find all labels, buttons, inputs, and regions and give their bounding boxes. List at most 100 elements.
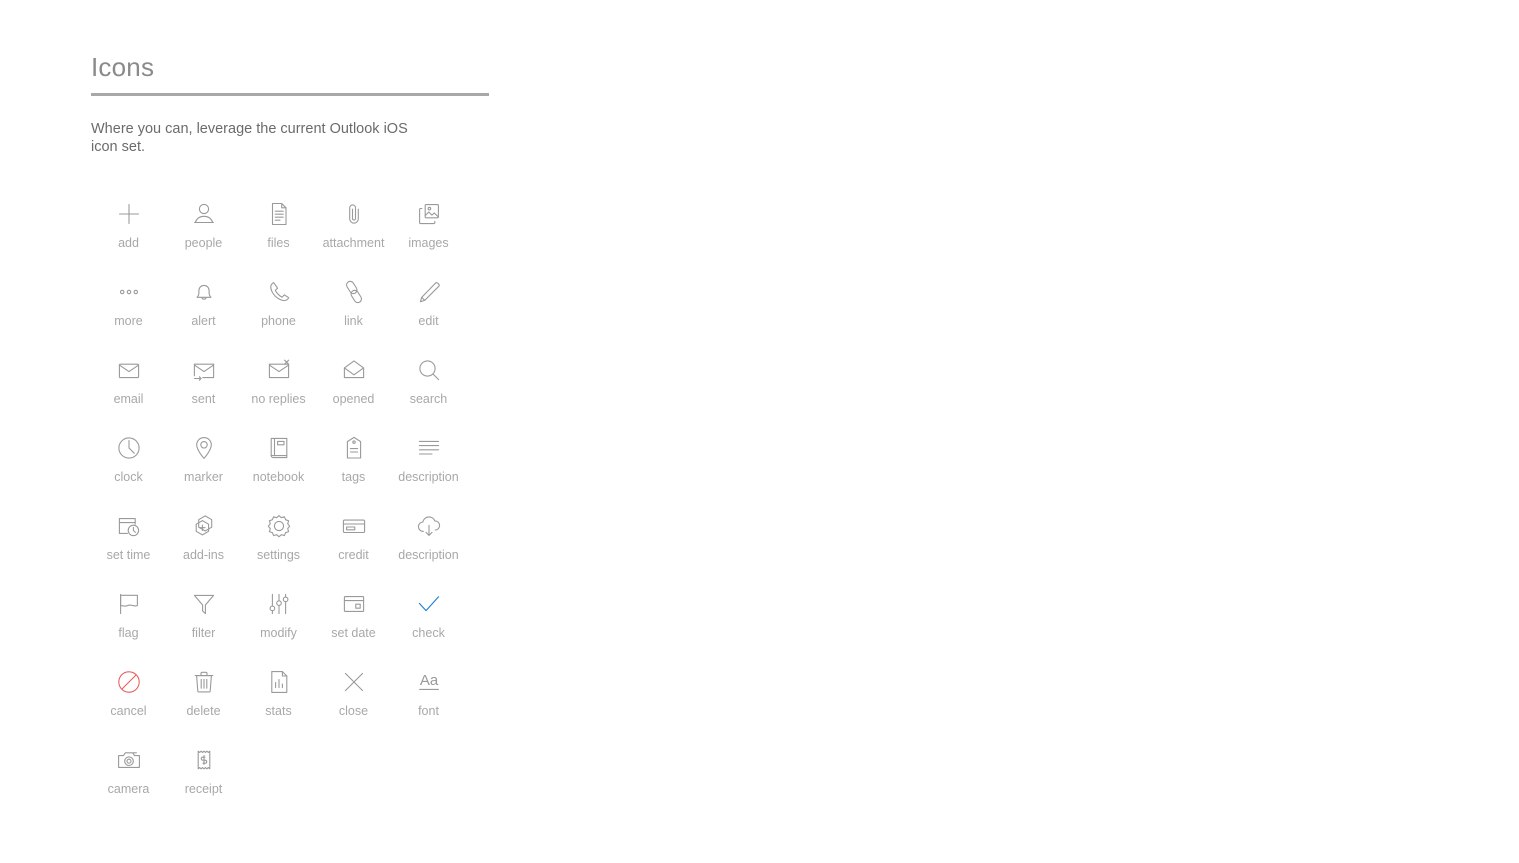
icon-label: people [184,235,223,250]
icon-cell-tags[interactable]: tags [316,426,391,504]
files-icon [265,192,293,236]
icon-cell-delete[interactable]: delete [166,660,241,738]
phone-icon [265,270,293,314]
icon-label: more [114,313,143,328]
icon-cell-phone[interactable]: phone [241,270,316,348]
icon-label: close [338,703,369,718]
icon-cell-close[interactable]: close [316,660,391,738]
icons-page: Icons Where you can, leverage the curren… [91,0,511,816]
link-icon [340,270,368,314]
credit-icon [340,504,368,548]
icon-label: receipt [184,781,223,796]
icon-label: set time [106,547,151,562]
icon-label: clock [114,469,143,484]
icon-cell-add-ins[interactable]: add-ins [166,504,241,582]
icon-label: tags [341,469,366,484]
icon-cell-stats[interactable]: stats [241,660,316,738]
filter-icon [190,582,218,626]
attachment-icon [340,192,368,236]
icon-cell-opened[interactable]: opened [316,348,391,426]
modify-icon [265,582,293,626]
cancel-icon [115,660,143,704]
close-icon [340,660,368,704]
icon-cell-receipt[interactable]: receipt [166,738,241,816]
icon-label: credit [338,547,369,562]
marker-icon [190,426,218,470]
page-title: Icons [91,52,155,82]
icon-cell-settings[interactable]: settings [241,504,316,582]
icon-label: set date [331,625,376,640]
icon-cell-flag[interactable]: flag [91,582,166,660]
icon-cell-clock[interactable]: clock [91,426,166,504]
icon-label: search [409,391,448,406]
icon-grid: add people files attachment images more alert p… [91,192,511,816]
icon-cell-set-date[interactable]: set date [316,582,391,660]
flag-icon [115,582,143,626]
alert-icon [190,270,218,314]
icon-label: email [113,391,144,406]
icon-cell-images[interactable]: images [391,192,466,270]
search-icon [415,348,443,392]
icon-cell-description[interactable]: description [391,504,466,582]
receipt-icon [190,738,218,782]
icon-cell-more[interactable]: more [91,270,166,348]
icon-cell-edit[interactable]: edit [391,270,466,348]
icon-cell-search[interactable]: search [391,348,466,426]
opened-icon [340,348,368,392]
edit-icon [415,270,443,314]
more-icon [115,270,143,314]
icon-cell-marker[interactable]: marker [166,426,241,504]
icon-cell-credit[interactable]: credit [316,504,391,582]
icon-cell-cancel[interactable]: cancel [91,660,166,738]
icon-label: phone [261,313,296,328]
title-divider [91,92,489,96]
svg-text:Aa: Aa [419,672,438,689]
settings-icon [265,504,293,548]
icon-label: delete [186,703,221,718]
icon-cell-font[interactable]: Aa font [391,660,466,738]
icon-cell-email[interactable]: email [91,348,166,426]
icon-cell-check[interactable]: check [391,582,466,660]
icon-label: description [398,547,459,562]
cloud-download-description-icon [415,504,443,548]
delete-icon [190,660,218,704]
email-icon [115,348,143,392]
no-replies-icon [265,348,293,392]
icon-label: add-ins [183,547,224,562]
clock-icon [115,426,143,470]
people-icon [190,192,218,236]
icon-cell-modify[interactable]: modify [241,582,316,660]
icon-label: link [344,313,363,328]
icon-label: opened [332,391,375,406]
icon-cell-link[interactable]: link [316,270,391,348]
icon-cell-sent[interactable]: sent [166,348,241,426]
add-icon [115,192,143,236]
icon-label: marker [184,469,223,484]
icon-cell-attachment[interactable]: attachment [316,192,391,270]
font-icon: Aa [415,660,443,704]
icon-cell-filter[interactable]: filter [166,582,241,660]
set-date-icon [340,582,368,626]
icon-label: settings [256,547,301,562]
icon-cell-camera[interactable]: camera [91,738,166,816]
icon-cell-add[interactable]: add [91,192,166,270]
icon-label: stats [265,703,292,718]
icon-cell-notebook[interactable]: notebook [241,426,316,504]
icon-cell-description[interactable]: description [391,426,466,504]
stats-icon [265,660,293,704]
icon-label: images [408,235,449,250]
icon-label: camera [107,781,150,796]
icon-label: edit [418,313,439,328]
icon-cell-alert[interactable]: alert [166,270,241,348]
icon-label: sent [191,391,216,406]
set-time-icon [115,504,143,548]
tags-icon [340,426,368,470]
icon-label: no replies [251,391,306,406]
icon-label: font [418,703,439,718]
icon-label: attachment [322,235,385,250]
icon-cell-people[interactable]: people [166,192,241,270]
icon-label: flag [118,625,139,640]
icon-cell-no-replies[interactable]: no replies [241,348,316,426]
icon-cell-files[interactable]: files [241,192,316,270]
icon-cell-set-time[interactable]: set time [91,504,166,582]
